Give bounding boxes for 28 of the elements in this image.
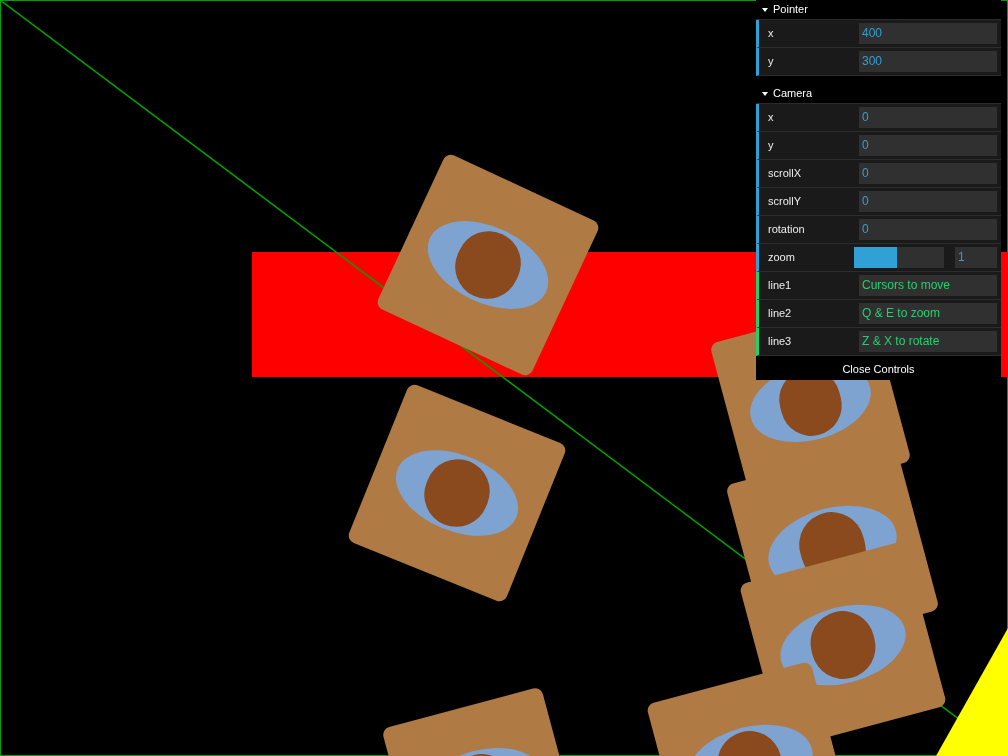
folder-title: Camera xyxy=(773,86,813,102)
number-field[interactable]: 1 xyxy=(955,247,997,268)
control-label: y xyxy=(768,54,774,70)
control-label: rotation xyxy=(768,222,805,238)
control-label: x xyxy=(768,110,774,126)
control-label: x xyxy=(768,26,774,42)
control-label: scrollX xyxy=(768,166,801,182)
number-field[interactable]: 300 xyxy=(859,51,997,72)
number-field[interactable]: 0 xyxy=(859,107,997,128)
number-field[interactable]: 0 xyxy=(859,219,997,240)
text-field[interactable]: Cursors to move xyxy=(859,275,997,296)
caret-icon xyxy=(762,7,768,12)
folder-title: Pointer xyxy=(773,2,808,18)
number-field[interactable]: 0 xyxy=(859,191,997,212)
control-label: line1 xyxy=(768,278,792,294)
number-field[interactable]: 400 xyxy=(859,23,997,44)
control-label: line3 xyxy=(768,334,792,350)
slider-fill[interactable] xyxy=(854,247,898,268)
control-label: scrollY xyxy=(768,194,801,210)
number-field[interactable]: 0 xyxy=(859,163,997,184)
caret-icon xyxy=(762,91,768,96)
control-label: y xyxy=(768,138,774,154)
slider-track[interactable] xyxy=(854,247,944,268)
control-label: zoom xyxy=(768,250,795,266)
control-label: line2 xyxy=(768,306,792,322)
text-field[interactable]: Z & X to rotate xyxy=(859,331,997,352)
number-field[interactable]: 0 xyxy=(859,135,997,156)
text-field[interactable]: Q & E to zoom xyxy=(859,303,997,324)
